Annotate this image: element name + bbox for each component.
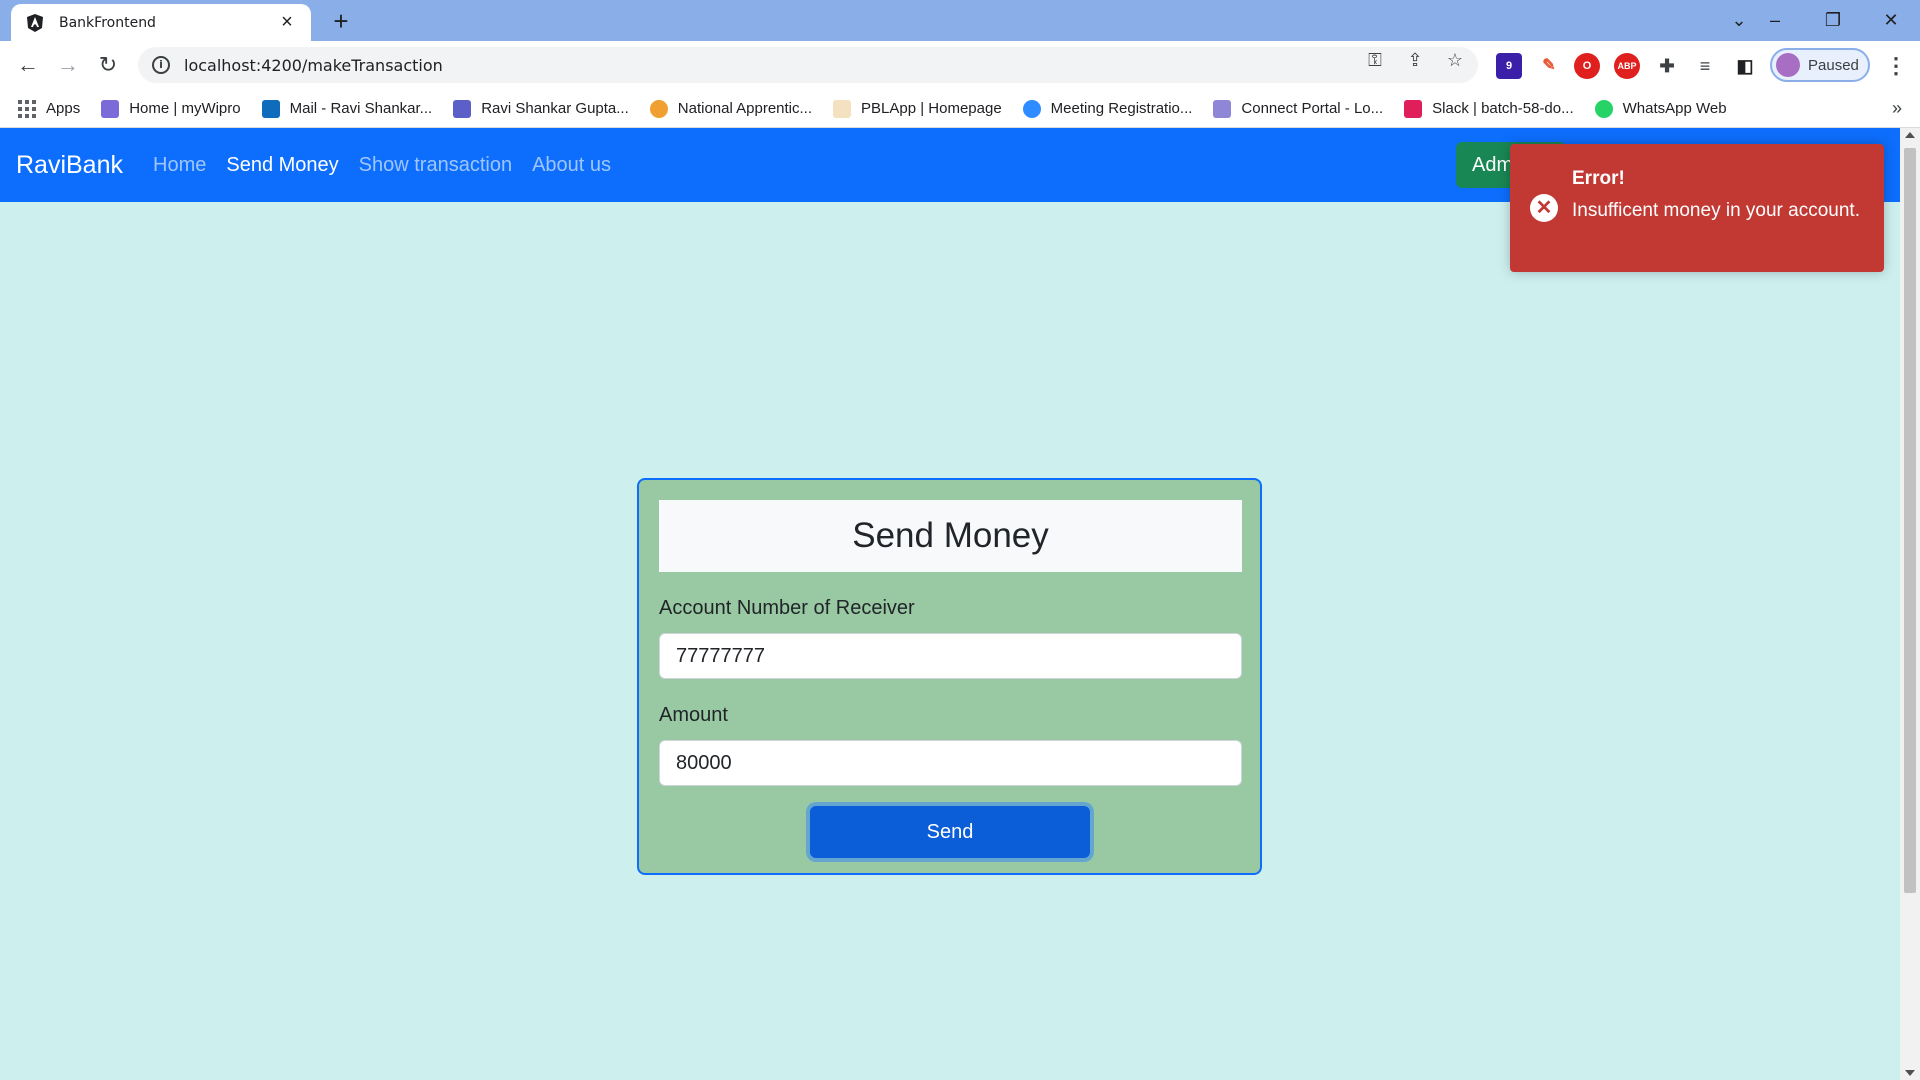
bookmark-label: National Apprentic... (677, 100, 813, 117)
profile-button[interactable]: Paused (1770, 48, 1870, 82)
bookmark-label: Apps (46, 100, 81, 117)
browser-toolbar: ← → ↻ i localhost:4200/makeTransaction ⚿… (0, 41, 1920, 90)
toast-message: Insufficent money in your account. (1572, 200, 1860, 221)
account-number-label: Account Number of Receiver (659, 597, 915, 619)
bookmark-label: Connect Portal - Lo... (1241, 100, 1384, 117)
browser-tabstrip: BankFrontend × + ⌄ – ❐ ✕ (0, 0, 1920, 41)
page-scrollbar[interactable] (1900, 128, 1920, 1080)
bookmark-item[interactable]: Meeting Registratio... (1022, 99, 1193, 118)
extension-adblock-icon[interactable]: ABP (1614, 53, 1640, 79)
bookmark-label: PBLApp | Homepage (861, 100, 1002, 117)
amount-label: Amount (659, 704, 728, 726)
slack-icon (1404, 99, 1423, 118)
bookmark-item[interactable]: Ravi Shankar Gupta... (453, 99, 629, 118)
outlook-icon (261, 99, 280, 118)
restore-icon[interactable]: ❐ (1810, 6, 1856, 34)
apps-grid-icon (18, 99, 36, 118)
avatar (1776, 53, 1800, 77)
bookmark-label: Home | myWipro (129, 100, 241, 117)
side-panel-icon[interactable]: ◧ (1732, 53, 1758, 79)
back-icon[interactable]: ← (12, 49, 44, 81)
error-icon: ✕ (1530, 194, 1558, 222)
browser-tab[interactable]: BankFrontend × (11, 4, 311, 41)
angular-icon (27, 13, 43, 32)
send-money-form: Send Money Account Number of Receiver Am… (637, 478, 1262, 875)
extension-graduation-icon[interactable]: 9 (1496, 53, 1522, 79)
bookmark-label: Meeting Registratio... (1050, 100, 1193, 117)
bookmark-item[interactable]: WhatsApp Web (1594, 99, 1727, 118)
key-icon[interactable]: ⚿ (1364, 49, 1386, 71)
scroll-up-icon[interactable] (1905, 132, 1915, 138)
share-icon[interactable]: ⇪ (1404, 49, 1426, 71)
bookmark-star-icon[interactable]: ☆ (1444, 49, 1466, 71)
scroll-thumb[interactable] (1904, 148, 1916, 893)
form-title: Send Money (659, 500, 1242, 572)
amount-input[interactable] (659, 740, 1242, 786)
pblapp-icon (833, 99, 852, 118)
site-info-icon[interactable]: i (152, 56, 170, 74)
minimize-icon[interactable]: – (1752, 6, 1798, 34)
nav-link-send-money[interactable]: Send Money (226, 154, 338, 177)
new-tab-icon[interactable]: + (326, 6, 356, 36)
zoom-icon (1022, 99, 1041, 118)
profile-label: Paused (1808, 56, 1859, 74)
forward-icon[interactable]: → (52, 49, 84, 81)
bookmark-item[interactable]: Slack | batch-58-do... (1404, 99, 1574, 118)
nav-link-home[interactable]: Home (153, 154, 206, 177)
send-button[interactable]: Send (810, 806, 1090, 858)
nav-link-about-us[interactable]: About us (532, 154, 611, 177)
reload-icon[interactable]: ↻ (92, 49, 124, 81)
connect-portal-icon (1213, 99, 1232, 118)
bookmark-label: WhatsApp Web (1622, 100, 1727, 117)
error-toast[interactable]: ✕ Error! Insufficent money in your accou… (1510, 144, 1884, 272)
account-number-input[interactable] (659, 633, 1242, 679)
extensions-puzzle-icon[interactable]: ✚ (1654, 53, 1680, 79)
toast-title: Error! (1572, 168, 1625, 189)
close-tab-icon[interactable]: × (277, 11, 297, 34)
extension-pen-icon[interactable]: ✎ (1536, 53, 1562, 79)
wipro-icon (101, 99, 120, 118)
bookmarks-overflow-icon[interactable]: » (1892, 98, 1902, 119)
bookmark-item[interactable]: Mail - Ravi Shankar... (261, 99, 433, 118)
extension-opera-icon[interactable]: O (1574, 53, 1600, 79)
bookmark-label: Ravi Shankar Gupta... (481, 100, 629, 117)
bookmark-item[interactable]: PBLApp | Homepage (833, 99, 1002, 118)
bookmark-item[interactable]: Connect Portal - Lo... (1213, 99, 1384, 118)
bookmarks-bar: Apps Home | myWipro Mail - Ravi Shankar.… (0, 90, 1920, 128)
apprenticeship-icon (649, 99, 668, 118)
teams-icon (453, 99, 472, 118)
bookmark-apps[interactable]: Apps (18, 99, 81, 118)
browser-menu-icon[interactable]: ⋮ (1884, 51, 1908, 81)
bookmark-item[interactable]: Home | myWipro (101, 99, 241, 118)
scroll-down-icon[interactable] (1905, 1070, 1915, 1076)
bookmark-item[interactable]: National Apprentic... (649, 99, 813, 118)
tab-title: BankFrontend (59, 14, 156, 31)
bookmark-label: Mail - Ravi Shankar... (289, 100, 433, 117)
whatsapp-icon (1594, 99, 1613, 118)
bookmark-label: Slack | batch-58-do... (1432, 100, 1574, 117)
address-bar[interactable]: i localhost:4200/makeTransaction (138, 47, 1478, 83)
window-close-icon[interactable]: ✕ (1868, 6, 1914, 34)
reading-list-icon[interactable]: ≡ (1692, 53, 1718, 79)
brand-link[interactable]: RaviBank (16, 151, 123, 180)
url-text: localhost:4200/makeTransaction (184, 55, 443, 75)
nav-link-show-transaction[interactable]: Show transaction (359, 154, 512, 177)
